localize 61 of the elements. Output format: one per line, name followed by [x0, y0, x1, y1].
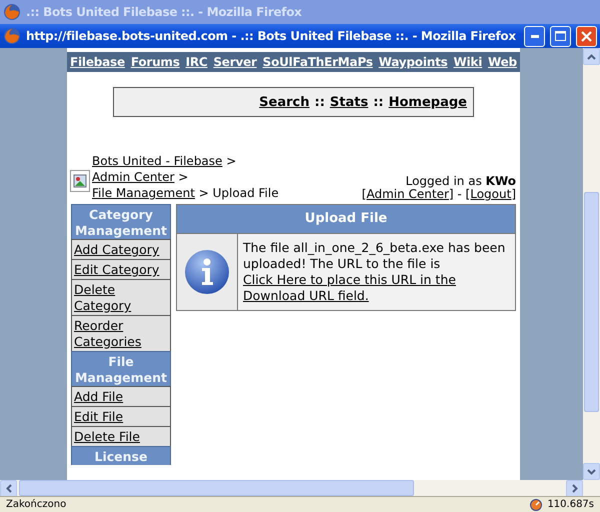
browser-logo-icon	[3, 3, 21, 21]
separator: -	[456, 187, 463, 201]
chevron-up-icon	[587, 54, 596, 60]
timer-icon	[529, 498, 544, 511]
nav-link[interactable]: Wiki	[453, 55, 482, 69]
nav-link[interactable]: Waypoints	[378, 55, 448, 69]
chevron-left-icon	[6, 484, 12, 494]
chevron-right-icon	[572, 484, 578, 494]
info-icon	[184, 249, 230, 295]
sidebar-header: File Management	[71, 351, 171, 386]
sidebar-header: Category Management	[71, 204, 171, 239]
sidebar-link[interactable]: Edit File	[74, 409, 124, 425]
horizontal-scrollbar[interactable]	[0, 480, 600, 496]
sidebar-link[interactable]: Add Category	[74, 242, 160, 258]
maximize-button[interactable]	[550, 26, 571, 46]
separator: ::	[314, 94, 325, 110]
scroll-up-button[interactable]	[583, 48, 600, 65]
header-link[interactable]: Stats	[330, 94, 368, 110]
breadcrumb-link[interactable]: File Management	[92, 186, 195, 200]
sidebar-link[interactable]: Add File	[74, 389, 124, 405]
broken-image-icon	[70, 170, 90, 192]
sidebar-link[interactable]: Reorder Categories	[74, 318, 168, 350]
sidebar-header: License	[71, 446, 171, 465]
nav-link[interactable]: Web	[488, 55, 517, 69]
window-title: http://filebase.bots-united.com - .:: Bots United Filebase ::. - Mozilla Firefox	[26, 29, 517, 43]
account-link[interactable]: [Admin Center]	[362, 187, 454, 201]
nav-link[interactable]: SoUlFaThErMaPs	[262, 55, 373, 69]
load-time: 110.687s	[547, 499, 594, 510]
panel-title: Upload File	[177, 205, 515, 234]
window-title: .:: Bots United Filebase ::. - Mozilla Firefox	[26, 5, 303, 19]
close-button[interactable]	[576, 26, 597, 46]
breadcrumb-link[interactable]: Bots United - Filebase	[92, 154, 222, 168]
upload-message: The file all_in_one_2_6_beta.exe has been uploaded! The URL to the file is Click Here to place this URL in the Download URL field.	[238, 234, 515, 310]
vertical-scrollbar[interactable]	[583, 48, 600, 480]
close-icon	[581, 30, 592, 42]
breadcrumb: Bots United - Filebase > Admin Center > File Management > Upload File	[92, 153, 280, 201]
minimize-button[interactable]	[524, 26, 545, 46]
login-status: Logged in as KWo	[404, 175, 516, 188]
minimize-icon	[530, 34, 538, 38]
url-link[interactable]: Click Here to place this URL in the Download URL field.	[243, 272, 510, 304]
status-text: Zakończono	[6, 499, 66, 510]
scroll-right-button[interactable]	[566, 480, 583, 498]
nav-link[interactable]: Forums	[130, 55, 180, 69]
account-link[interactable]: [Logout]	[466, 187, 516, 201]
nav-link[interactable]: Filebase	[70, 55, 125, 69]
scrollbar-thumb[interactable]	[584, 192, 599, 412]
header-link[interactable]: Homepage	[388, 94, 467, 110]
nav-link[interactable]: IRC	[186, 55, 208, 69]
maximize-icon	[555, 31, 566, 41]
scroll-down-button[interactable]	[583, 463, 600, 480]
scrollbar-thumb[interactable]	[19, 480, 414, 496]
sidebar-link[interactable]: Delete File	[74, 429, 140, 445]
separator: ::	[373, 94, 384, 110]
sidebar-link[interactable]: Edit Category	[74, 262, 160, 278]
sidebar-link[interactable]: Delete Category	[74, 282, 168, 314]
breadcrumb-link[interactable]: Admin Center	[92, 170, 174, 184]
browser-logo-icon	[3, 27, 21, 45]
chevron-down-icon	[587, 468, 596, 475]
nav-link[interactable]: Server	[213, 55, 257, 69]
scroll-left-button[interactable]	[0, 480, 17, 498]
header-link[interactable]: Search	[259, 94, 310, 110]
